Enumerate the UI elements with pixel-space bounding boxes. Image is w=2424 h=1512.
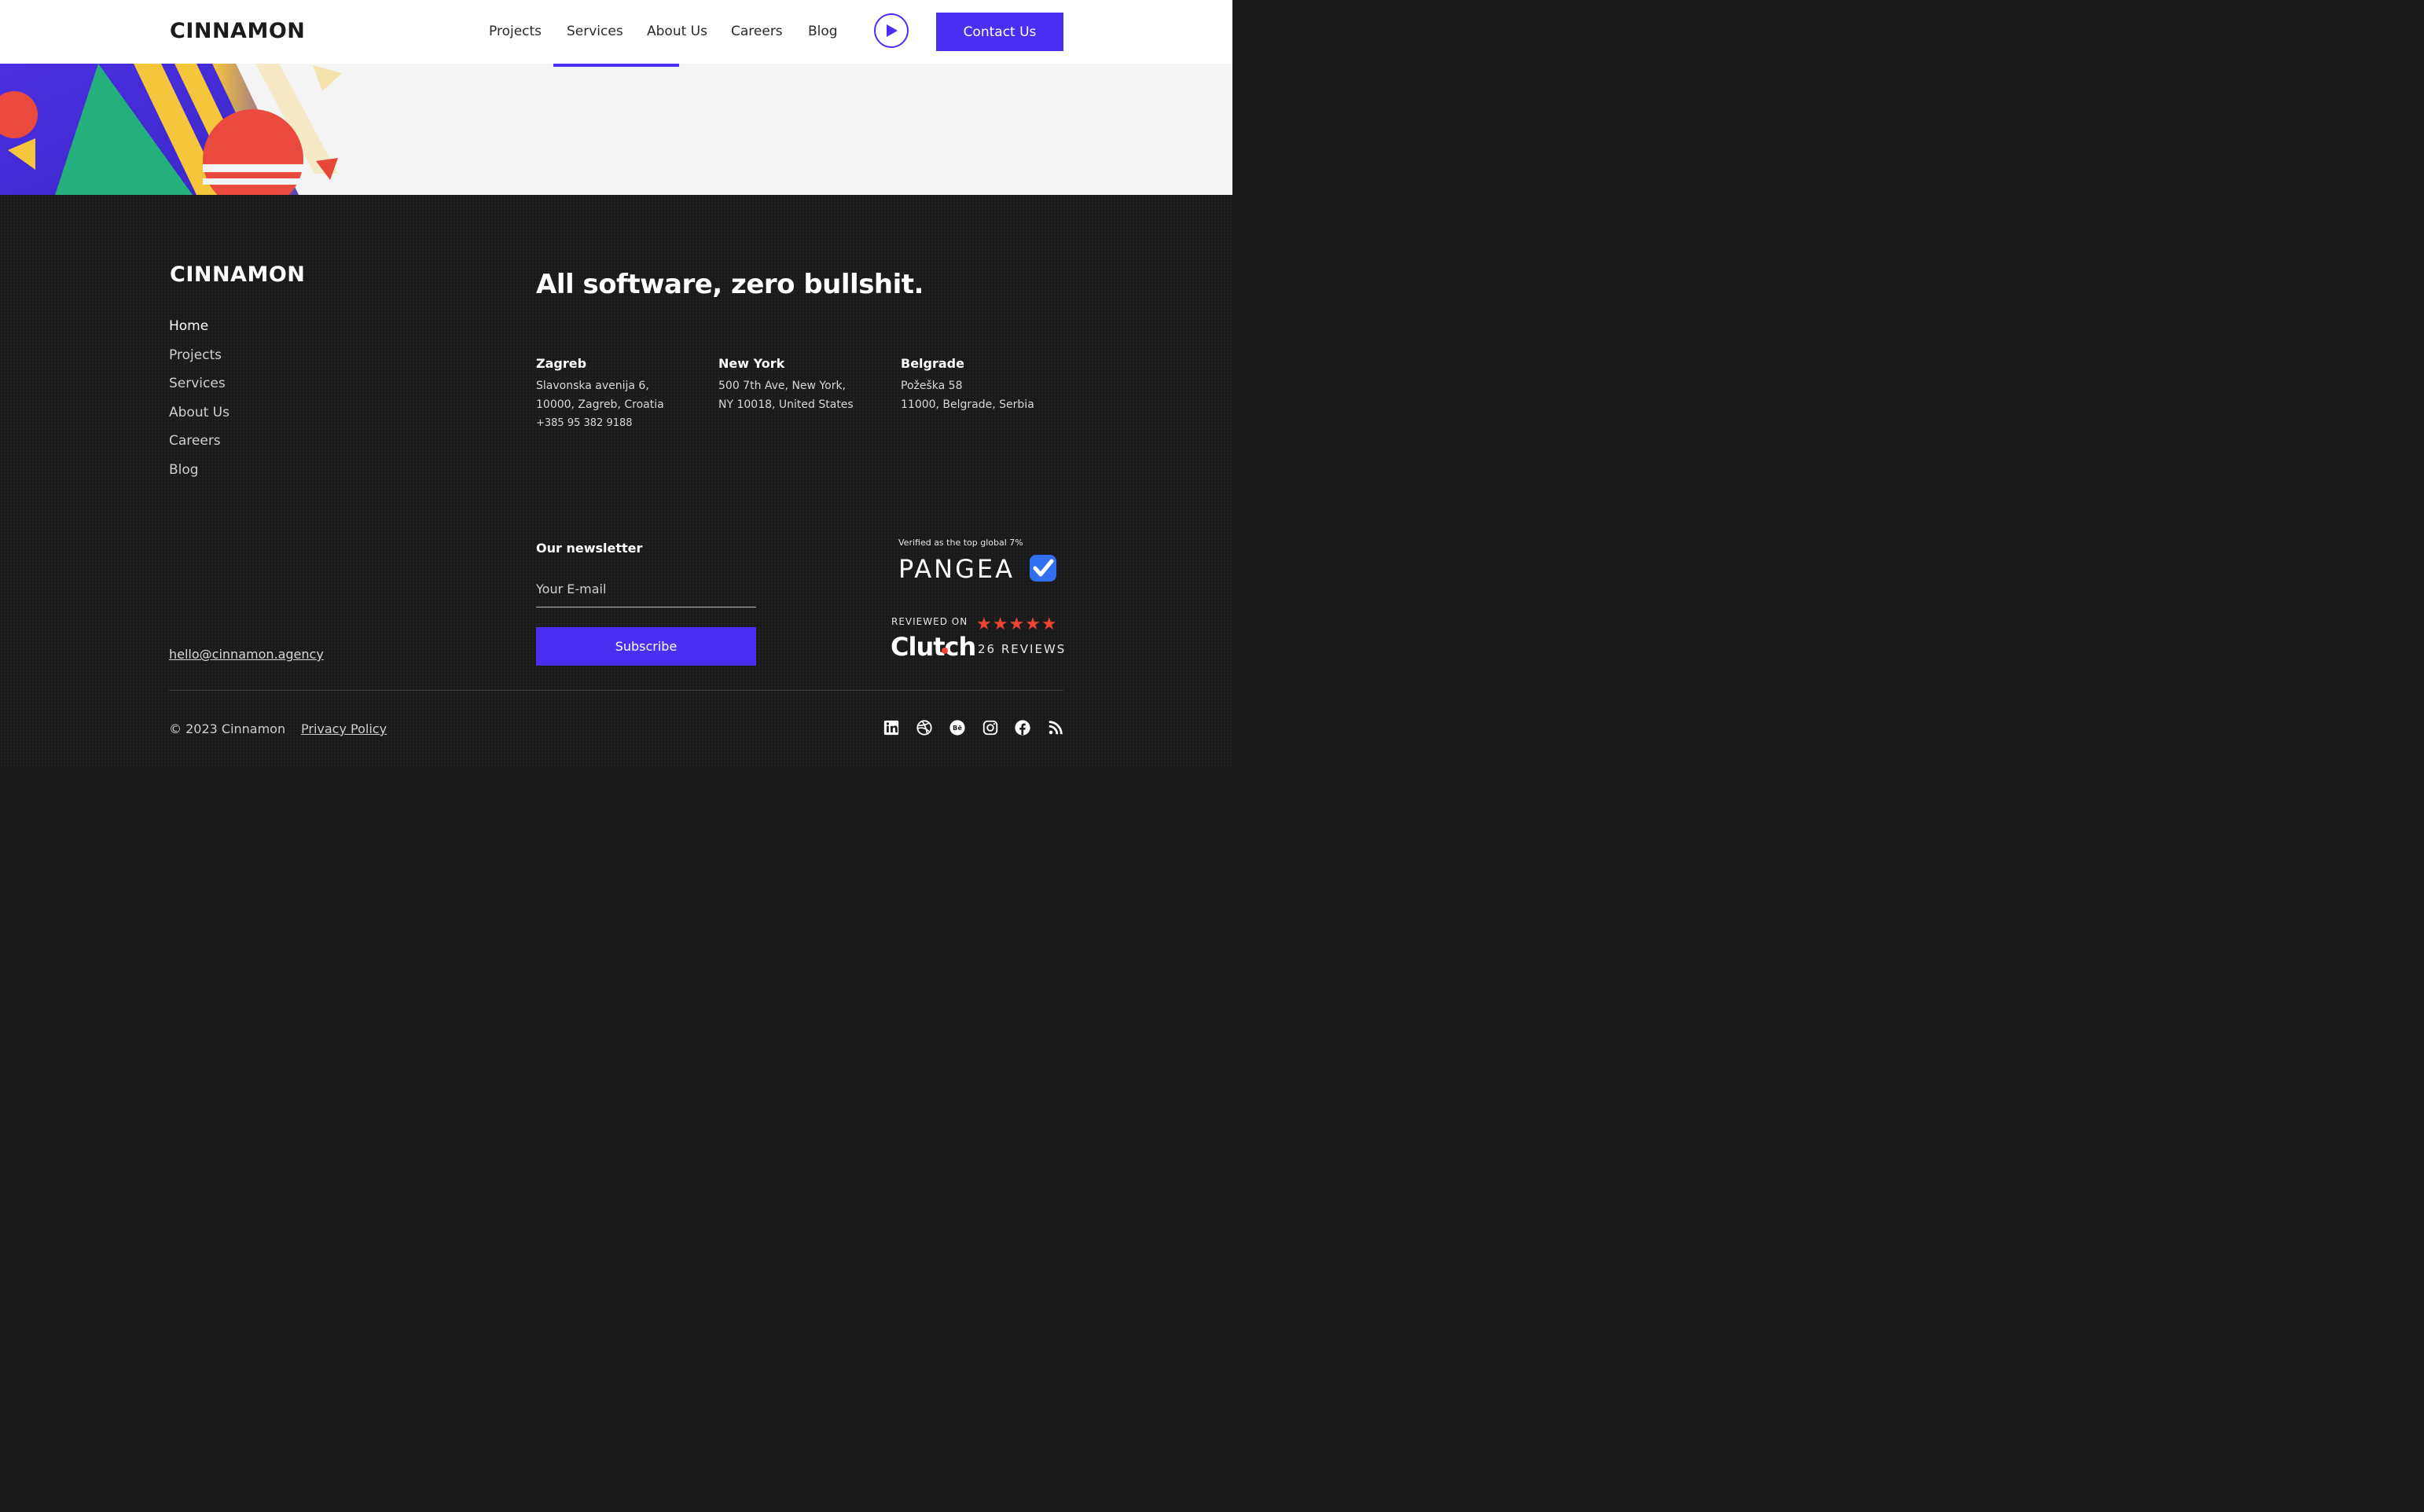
svg-text:Bē: Bē [953, 724, 962, 732]
clutch-logo[interactable]: Clutch [891, 632, 976, 662]
office-city: Belgrade [901, 356, 964, 371]
nav-services[interactable]: Services [567, 24, 623, 39]
office-city: New York [718, 356, 785, 371]
play-icon [887, 24, 898, 37]
footer-divider [169, 690, 1063, 691]
privacy-policy-link[interactable]: Privacy Policy [301, 721, 387, 736]
clutch-caption: REVIEWED ON [891, 616, 968, 627]
nav-blog[interactable]: Blog [808, 24, 838, 39]
footer-link-about-us[interactable]: About Us [169, 405, 230, 420]
hero-banner [0, 64, 1232, 195]
nav-careers[interactable]: Careers [731, 24, 783, 39]
office-address-line: 11000, Belgrade, Serbia [901, 398, 1034, 411]
geometric-illustration [0, 64, 342, 195]
facebook-icon[interactable] [1014, 719, 1031, 736]
newsletter-title: Our newsletter [536, 541, 643, 556]
office-new-york: New York 500 7th Ave, New York, NY 10018… [718, 356, 854, 414]
subscribe-button[interactable]: Subscribe [536, 627, 756, 666]
behance-icon[interactable]: Bē [949, 719, 966, 736]
newsletter-email-input[interactable] [536, 571, 756, 607]
rss-icon[interactable] [1047, 719, 1064, 736]
header-logo[interactable]: CINNAMON [170, 19, 305, 43]
top-navigation: CINNAMON Projects Services About Us Care… [0, 0, 1232, 64]
footer-link-services[interactable]: Services [169, 376, 226, 391]
office-address-line: NY 10018, United States [718, 398, 854, 411]
rating-stars-icon: ★★★★★ [976, 614, 1058, 633]
instagram-icon[interactable] [982, 719, 999, 736]
pangea-caption: Verified as the top global 7% [898, 538, 1023, 548]
copyright-text: © 2023 Cinnamon [169, 721, 286, 736]
dribbble-icon[interactable] [916, 719, 933, 736]
clutch-logo-dot [942, 648, 948, 654]
footer-logo[interactable]: CINNAMON [170, 262, 305, 287]
clutch-reviews-count[interactable]: 26 REVIEWS [978, 642, 1066, 656]
office-address-line: 500 7th Ave, New York, [718, 380, 847, 392]
contact-email-link[interactable]: hello@cinnamon.agency [169, 647, 324, 662]
pangea-logo[interactable]: PANGEA [898, 554, 1015, 584]
office-address-line: Požeška 58 [901, 380, 963, 392]
footer-link-home[interactable]: Home [169, 318, 208, 334]
office-zagreb: Zagreb Slavonska avenija 6, 10000, Zagre… [536, 356, 664, 433]
footer-link-projects[interactable]: Projects [169, 347, 222, 363]
office-address-line: Slavonska avenija 6, [536, 380, 649, 392]
linkedin-icon[interactable] [883, 719, 900, 736]
verified-check-icon [1030, 555, 1056, 582]
footer-tagline: All software, zero bullshit. [536, 269, 924, 300]
office-address-line: 10000, Zagreb, Croatia [536, 398, 664, 411]
site-footer: CINNAMON Home Projects Services About Us… [0, 195, 1232, 769]
contact-us-button[interactable]: Contact Us [936, 13, 1063, 51]
office-belgrade: Belgrade Požeška 58 11000, Belgrade, Ser… [901, 356, 1034, 414]
office-city: Zagreb [536, 356, 587, 371]
play-video-button[interactable] [874, 13, 909, 48]
nav-projects[interactable]: Projects [489, 24, 542, 39]
footer-link-careers[interactable]: Careers [169, 433, 221, 449]
nav-about-us[interactable]: About Us [647, 24, 707, 39]
footer-link-blog[interactable]: Blog [169, 462, 199, 478]
nav-active-indicator [553, 64, 679, 67]
office-phone[interactable]: +385 95 382 9188 [536, 414, 664, 433]
